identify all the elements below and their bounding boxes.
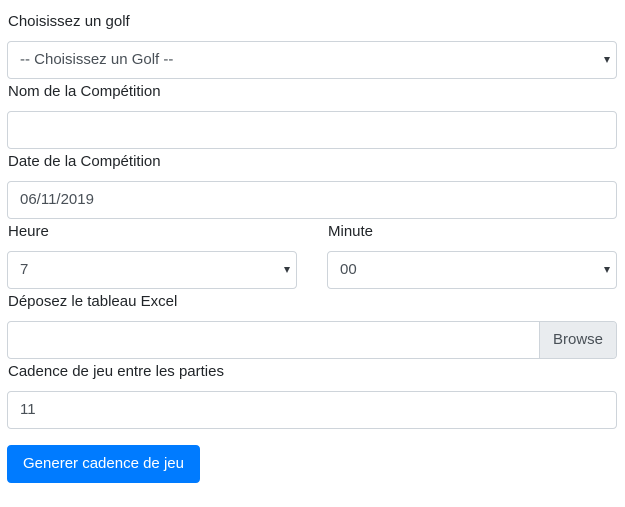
competition-date-value: 06/11/2019 — [20, 191, 94, 208]
minute-select-value: 00 — [340, 261, 357, 278]
chevron-down-icon — [284, 267, 290, 273]
golf-select-value: -- Choisissez un Golf -- — [20, 51, 174, 68]
chevron-down-icon — [604, 57, 610, 63]
minute-select[interactable]: 00 — [327, 251, 617, 289]
generate-cadence-button[interactable]: Generer cadence de jeu — [7, 445, 200, 483]
competition-name-input[interactable] — [7, 111, 617, 149]
cadence-label: Cadence de jeu entre les parties — [8, 363, 224, 380]
competition-date-input[interactable]: 06/11/2019 — [7, 181, 617, 219]
chevron-down-icon — [604, 267, 610, 273]
competition-name-label: Nom de la Compétition — [8, 83, 161, 100]
minute-label: Minute — [328, 223, 374, 240]
competition-date-label: Date de la Compétition — [8, 153, 161, 170]
golf-label: Choisissez un golf — [8, 13, 130, 30]
golf-select[interactable]: -- Choisissez un Golf -- — [7, 41, 617, 79]
excel-file-input[interactable]: Browse — [7, 321, 617, 359]
hour-label: Heure — [8, 223, 49, 240]
cadence-value: 11 — [20, 401, 36, 418]
hour-select[interactable]: 7 — [7, 251, 297, 289]
cadence-input[interactable]: 11 — [7, 391, 617, 429]
excel-file-label: Déposez le tableau Excel — [8, 293, 178, 310]
hour-select-value: 7 — [20, 261, 29, 278]
browse-button[interactable]: Browse — [539, 322, 616, 358]
